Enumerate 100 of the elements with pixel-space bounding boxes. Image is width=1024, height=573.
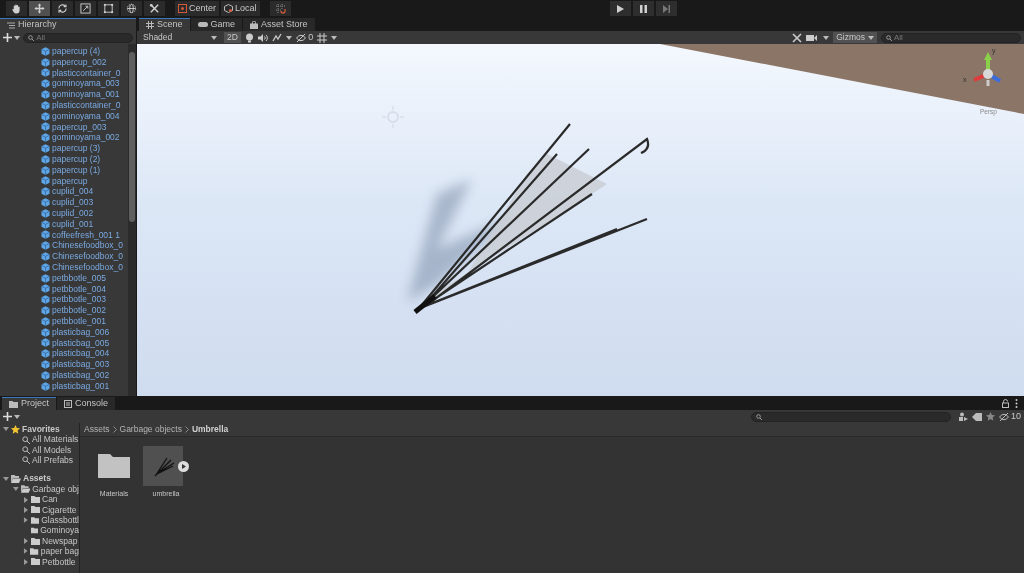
expand-arrow-icon[interactable]: [13, 486, 19, 493]
search-field[interactable]: All: [881, 32, 1021, 43]
model-thumbnail[interactable]: [143, 446, 183, 486]
hierarchy-item[interactable]: coffeefresh_001 1: [52, 228, 120, 242]
hierarchy-item[interactable]: petbbotle_005: [52, 271, 106, 285]
add-dropdown-button[interactable]: [3, 33, 21, 42]
gizmos-dropdown[interactable]: Gizmos: [833, 32, 877, 43]
hierarchy-item[interactable]: papercup (3): [52, 142, 101, 155]
hidden-count[interactable]: 0: [308, 30, 314, 45]
camera-icon[interactable]: [806, 33, 820, 42]
label-tag-icon[interactable]: [971, 412, 982, 421]
grid-icon[interactable]: [317, 32, 328, 43]
tool-button[interactable]: [75, 1, 96, 16]
tree-item[interactable]: Can: [42, 493, 58, 506]
hierarchy-item[interactable]: Chinesefoodbox_0: [52, 260, 123, 274]
hierarchy-item[interactable]: Chinesefoodbox_0: [52, 239, 123, 253]
view-tab[interactable]: Scene: [139, 18, 190, 31]
hierarchy-item[interactable]: plasticbag_002: [52, 368, 110, 382]
speaker-icon[interactable]: [257, 33, 268, 42]
hierarchy-item[interactable]: plasticcontainer_0: [52, 66, 121, 80]
effects-icon[interactable]: [271, 33, 282, 42]
expand-arrow-icon[interactable]: [23, 506, 29, 513]
tool-button[interactable]: [29, 1, 50, 16]
pivot-toggle[interactable]: Center: [175, 1, 219, 16]
hierarchy-item[interactable]: cuplid_001: [52, 217, 94, 231]
panel-tab[interactable]: Project: [2, 397, 56, 410]
tool-button[interactable]: [52, 1, 73, 16]
expand-arrow-icon[interactable]: [23, 558, 29, 565]
tree-item[interactable]: All Models: [32, 443, 72, 457]
prefab-cube-icon: [41, 252, 50, 262]
caret-icon[interactable]: [823, 35, 830, 40]
hierarchy-item[interactable]: papercup_002: [52, 55, 107, 69]
2d-toggle[interactable]: 2D: [224, 32, 241, 43]
hierarchy-item[interactable]: plasticbag_003: [52, 358, 110, 371]
add-dropdown-button[interactable]: [3, 412, 21, 421]
search-field[interactable]: [750, 411, 951, 422]
hierarchy-item[interactable]: cuplid_004: [52, 185, 94, 199]
tool-button[interactable]: [98, 1, 119, 16]
expand-arrow-icon[interactable]: [23, 517, 29, 524]
prefab-cube-icon: [41, 176, 50, 186]
hierarchy-item[interactable]: cuplid_003: [52, 196, 94, 209]
more-menu-icon[interactable]: [1015, 399, 1018, 408]
hierarchy-item[interactable]: gominoyama_003: [52, 77, 120, 91]
tree-item[interactable]: All Prefabs: [32, 454, 74, 467]
expand-arrow-icon[interactable]: [3, 475, 9, 482]
hierarchy-item[interactable]: plasticcontainer_0: [52, 99, 121, 112]
grid-snap-button[interactable]: [269, 1, 291, 16]
breadcrumb-link[interactable]: Umbrella: [191, 423, 229, 436]
hierarchy-item[interactable]: papercup (1): [52, 163, 101, 177]
hierarchy-item[interactable]: plasticbag_004: [52, 347, 110, 361]
tree-item[interactable]: Petbottle: [42, 555, 76, 569]
tree-item[interactable]: Cigarette: [42, 503, 77, 517]
hierarchy-item[interactable]: petbbotle_003: [52, 293, 106, 307]
umbrella-model[interactable]: [413, 122, 650, 314]
tools-icon[interactable]: [792, 32, 803, 43]
hierarchy-item[interactable]: petbbotle_004: [52, 282, 106, 296]
breadcrumb-link[interactable]: Assets: [84, 423, 110, 436]
hierarchy-item[interactable]: gominoyama_004: [52, 109, 120, 123]
expand-arrow-icon[interactable]: [23, 496, 29, 503]
view-tab[interactable]: Asset Store: [243, 18, 315, 31]
hierarchy-tab[interactable]: Hierarchy: [0, 18, 136, 31]
play-icon[interactable]: [178, 460, 189, 472]
pivot-toggle[interactable]: Local: [221, 1, 260, 16]
view-tab[interactable]: Game: [190, 18, 243, 31]
tool-button[interactable]: [121, 1, 142, 16]
hierarchy-item[interactable]: gominoyama_001: [52, 88, 120, 101]
shading-dropdown[interactable]: Shaded: [140, 32, 220, 43]
filter-type-icon[interactable]: [958, 412, 968, 421]
hidden-count[interactable]: 10: [1011, 409, 1021, 424]
hierarchy-item[interactable]: plasticbag_006: [52, 325, 110, 339]
scrollbar[interactable]: [128, 44, 136, 396]
play-button[interactable]: [609, 1, 631, 16]
hierarchy-item[interactable]: petbbotle_002: [52, 304, 106, 317]
hierarchy-item[interactable]: plasticbag_001: [52, 379, 110, 393]
hierarchy-item[interactable]: papercup: [52, 174, 88, 188]
hierarchy-item[interactable]: Chinesefoodbox_0: [52, 250, 123, 263]
expand-arrow-icon[interactable]: [23, 548, 29, 555]
tool-button[interactable]: [6, 1, 27, 16]
caret-icon[interactable]: [285, 35, 292, 40]
tree-item[interactable]: Favorites: [22, 423, 60, 436]
hierarchy-item[interactable]: plasticbag_005: [52, 336, 110, 350]
lock-icon[interactable]: [1002, 399, 1009, 408]
caret-icon[interactable]: [331, 35, 338, 40]
search-field[interactable]: All: [23, 32, 133, 43]
tree-item[interactable]: All Materials: [32, 433, 79, 446]
expand-arrow-icon[interactable]: [23, 538, 29, 545]
expand-arrow-icon[interactable]: [3, 426, 9, 433]
hierarchy-item[interactable]: papercup_003: [52, 120, 107, 134]
hierarchy-item[interactable]: petbbotle_001: [52, 314, 106, 328]
star-icon[interactable]: [985, 412, 995, 421]
breadcrumb-link[interactable]: Garbage objects: [119, 423, 182, 436]
panel-tab[interactable]: Console: [57, 397, 116, 410]
light-bulb-icon[interactable]: [244, 32, 254, 43]
tool-button[interactable]: [144, 1, 165, 16]
tree-item[interactable]: paper bag: [40, 545, 79, 558]
hierarchy-item[interactable]: papercup (4): [52, 45, 101, 58]
hierarchy-item[interactable]: cuplid_002: [52, 207, 94, 220]
hierarchy-item[interactable]: gominoyama_002: [52, 131, 120, 145]
pause-button[interactable]: [632, 1, 654, 16]
hierarchy-item[interactable]: papercup (2): [52, 153, 101, 166]
